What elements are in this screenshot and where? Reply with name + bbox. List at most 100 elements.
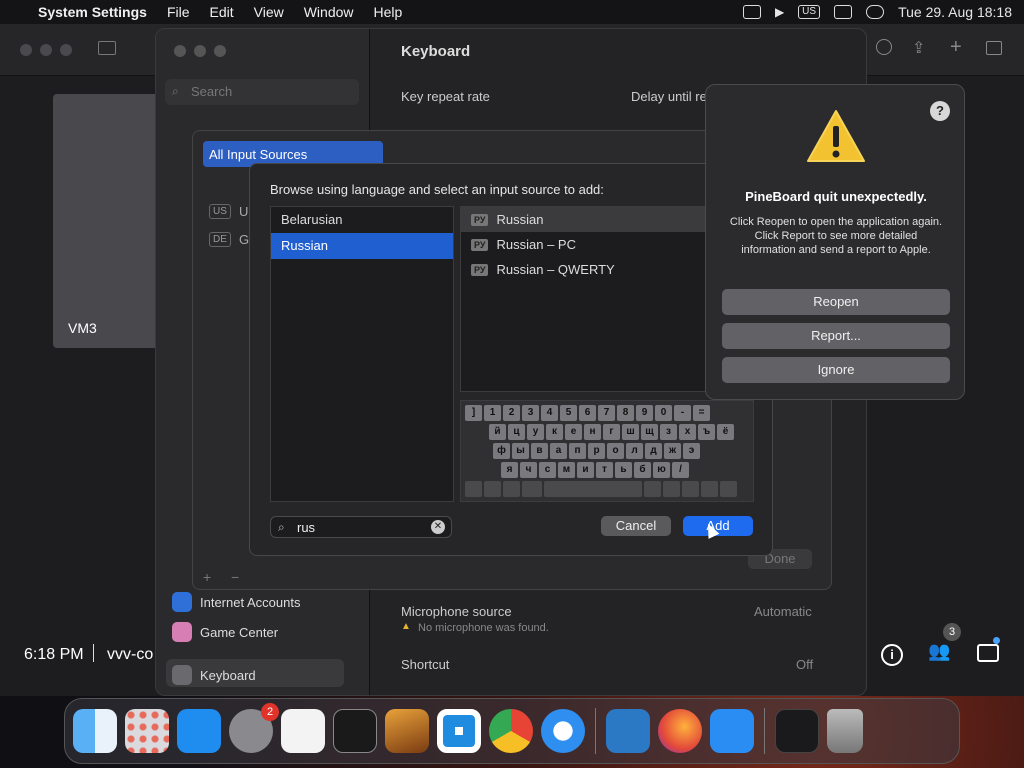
remote-desktop-status-icon[interactable] — [742, 5, 761, 19]
key: н — [584, 424, 601, 440]
remove-source-button[interactable]: − — [231, 569, 239, 585]
warning-icon — [807, 110, 865, 162]
dock: 2 — [64, 698, 960, 764]
xcode-app-icon[interactable] — [710, 709, 754, 753]
notification-badge: 2 — [261, 703, 279, 721]
key: п — [569, 443, 586, 459]
vscode-icon[interactable] — [437, 709, 481, 753]
vm-name: VM3 — [68, 320, 97, 336]
alert-title: PineBoard quit unexpectedly. — [745, 189, 927, 204]
menu-help[interactable]: Help — [364, 4, 413, 20]
remote-desktop-icon[interactable] — [606, 709, 650, 753]
safari-icon[interactable] — [541, 709, 585, 753]
source-item-selected[interactable]: РУ Russian — [461, 207, 705, 232]
close-button[interactable] — [20, 44, 32, 56]
input-source-menu[interactable]: US — [798, 5, 821, 19]
close-button[interactable] — [174, 45, 186, 57]
source-label[interactable]: U — [239, 204, 248, 219]
terminal-icon[interactable] — [333, 709, 377, 753]
shortcut-select[interactable]: Off — [796, 657, 813, 672]
source-item[interactable]: РУ Russian – PC — [461, 232, 705, 257]
play-icon[interactable]: ▶ — [775, 5, 784, 19]
launchpad-icon[interactable] — [125, 709, 169, 753]
keyboard-row: йцукенгшщзхъё — [465, 424, 749, 440]
participants-count-badge: 3 — [943, 623, 961, 641]
key: э — [683, 443, 700, 459]
add-source-button[interactable]: + — [203, 569, 211, 585]
garageband-icon[interactable] — [385, 709, 429, 753]
key: 4 — [541, 405, 558, 421]
language-search-input[interactable]: ⌕ rus ✕ — [270, 516, 452, 538]
menu-file[interactable]: File — [157, 4, 200, 20]
language-item-selected[interactable]: Russian — [271, 233, 453, 259]
keyboard-row: ] 1 2 3 4 5 6 7 8 9 0- = — [465, 405, 749, 421]
tabs-icon[interactable] — [986, 41, 1002, 55]
key — [701, 481, 718, 497]
divider — [93, 644, 94, 662]
report-button[interactable]: Report... — [722, 323, 950, 349]
system-settings-icon[interactable]: 2 — [229, 703, 279, 753]
ignore-button[interactable]: Ignore — [722, 357, 950, 383]
key: ф — [493, 443, 510, 459]
key: ж — [664, 443, 681, 459]
window-icon[interactable] — [834, 5, 853, 19]
key: и — [577, 462, 594, 478]
dock-separator — [595, 708, 596, 754]
cancel-button[interactable]: Cancel — [601, 516, 671, 536]
microphone-select[interactable]: Automatic — [754, 604, 812, 619]
vm-time: 6:18 PM — [24, 646, 84, 663]
key — [484, 481, 501, 497]
language-item[interactable]: Belarusian — [271, 207, 453, 233]
search-value: rus — [297, 520, 316, 535]
sidebar-item-internet-accounts[interactable]: Internet Accounts — [172, 592, 300, 612]
chat-icon[interactable] — [977, 644, 999, 662]
alert-message: Click Reopen to open the application aga… — [729, 216, 943, 256]
menu-view[interactable]: View — [244, 4, 294, 20]
source-item[interactable]: РУ Russian – QWERTY — [461, 257, 705, 282]
sidebar-item-game-center[interactable]: Game Center — [172, 622, 278, 642]
menu-edit[interactable]: Edit — [200, 4, 244, 20]
download-icon[interactable] — [876, 39, 892, 55]
textedit-icon[interactable] — [281, 709, 325, 753]
participants-icon[interactable]: 👥 — [928, 641, 950, 662]
settings-search-input[interactable]: Search — [165, 79, 359, 105]
add-icon[interactable]: + — [950, 36, 962, 59]
trash-icon[interactable] — [827, 709, 863, 753]
finder-icon[interactable] — [73, 709, 117, 753]
sidebar-toggle-icon[interactable] — [98, 41, 116, 55]
key-repeat-label: Key repeat rate — [401, 89, 490, 104]
chrome-icon[interactable] — [489, 709, 533, 753]
keyboard-icon — [172, 665, 192, 685]
keyboard-row: фывапролджэ — [465, 443, 749, 459]
minimize-button[interactable] — [40, 44, 52, 56]
add-input-source-dialog: Browse using language and select an inpu… — [249, 163, 773, 556]
control-center-icon[interactable] — [866, 5, 885, 19]
key: б — [634, 462, 651, 478]
warning-icon: ▲ — [401, 621, 411, 632]
minimize-button[interactable] — [194, 45, 206, 57]
firefox-icon[interactable] — [658, 709, 702, 753]
help-button[interactable]: ? — [930, 101, 950, 121]
input-source-list: РУ Russian РУ Russian – PC РУ Russian – … — [460, 206, 706, 392]
at-icon — [172, 592, 192, 612]
zoom-button[interactable] — [60, 44, 72, 56]
key — [503, 481, 520, 497]
screen-sharing-icon[interactable] — [775, 709, 819, 753]
key: = — [693, 405, 710, 421]
key: й — [489, 424, 506, 440]
zoom-button[interactable] — [214, 45, 226, 57]
reopen-button[interactable]: Reopen — [722, 289, 950, 315]
info-icon[interactable]: i — [881, 644, 903, 666]
menu-window[interactable]: Window — [294, 4, 364, 20]
menu-app-name[interactable]: System Settings — [28, 4, 157, 20]
crash-alert: ? PineBoard quit unexpectedly. Click Reo… — [705, 84, 965, 400]
clear-search-icon[interactable]: ✕ — [431, 520, 445, 534]
menu-clock[interactable]: Tue 29. Aug 18:18 — [898, 4, 1012, 20]
share-icon[interactable]: ⇪ — [912, 38, 925, 58]
source-label[interactable]: G — [239, 232, 249, 247]
source-badge: РУ — [471, 263, 489, 276]
key: 8 — [617, 405, 634, 421]
app-store-icon[interactable] — [177, 709, 221, 753]
sidebar-item-keyboard[interactable]: Keyboard — [172, 665, 256, 685]
dialog-prompt: Browse using language and select an inpu… — [270, 182, 604, 197]
